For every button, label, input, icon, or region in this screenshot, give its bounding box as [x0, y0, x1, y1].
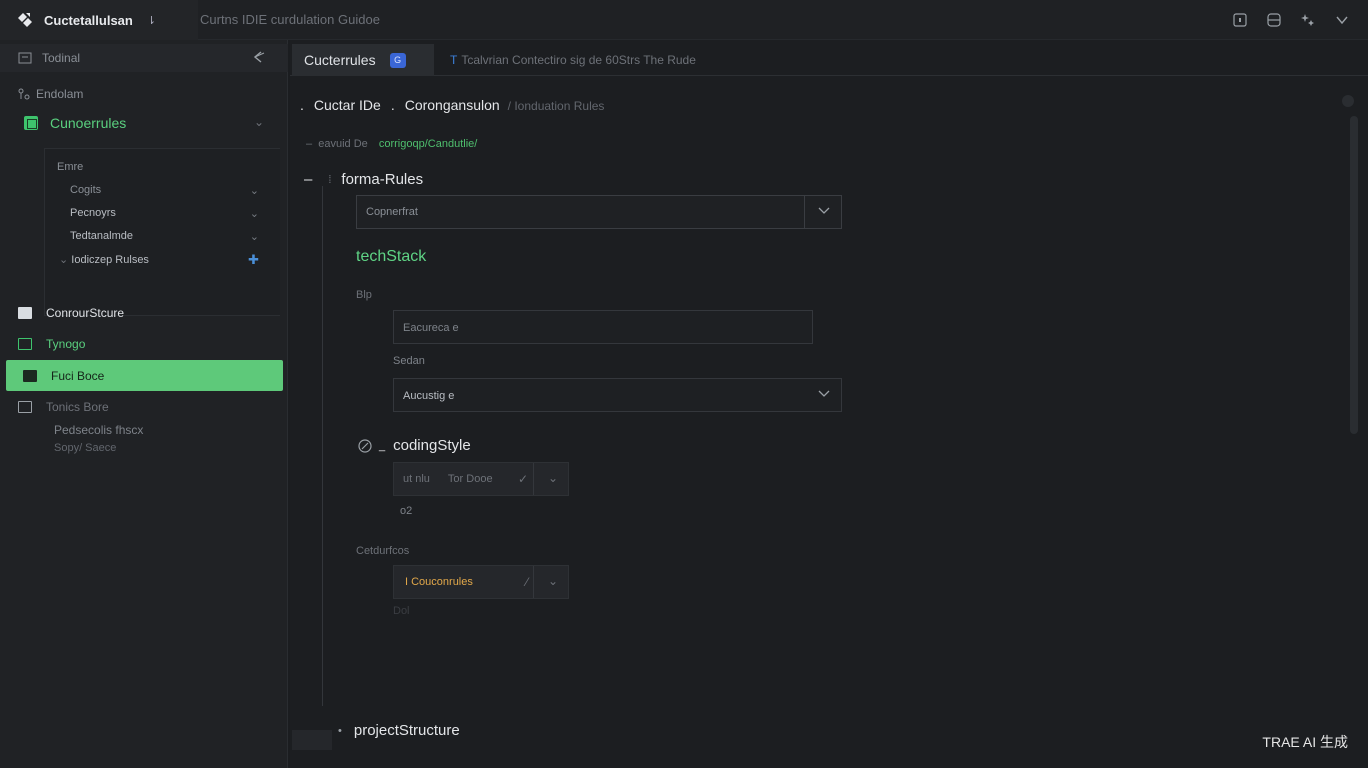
- sidebar-item-conrourstcure[interactable]: ConrourStcure: [18, 306, 124, 320]
- tree-guide-line: [322, 186, 323, 706]
- forma-select[interactable]: Copnerfrat: [356, 195, 842, 229]
- watermark-text: TRAE AI 生成: [1262, 734, 1348, 750]
- app-brand[interactable]: Cuctetallulsan ⇂: [0, 0, 198, 40]
- section-title-text: Endolam: [36, 87, 84, 101]
- chevron-down-icon[interactable]: ⌄: [254, 115, 264, 129]
- chevron-down-icon[interactable]: [1332, 10, 1352, 30]
- add-icon[interactable]: ✚: [248, 252, 259, 268]
- section-forma-rules[interactable]: – ⁞ forma-Rules: [304, 171, 423, 188]
- codingstyle-trailing: Dol: [393, 605, 410, 617]
- tab-bar: Cucterrules G T Tcalvrian Contectiro sig …: [290, 44, 1368, 76]
- breadcrumb: . Cuctar IDe . Corongansulon / Ionduatio…: [300, 97, 605, 113]
- doc-icon: [18, 338, 32, 350]
- chevron-down-icon[interactable]: ⌄: [548, 574, 558, 588]
- sidebar-header[interactable]: Todinal: [0, 44, 288, 72]
- sidebar-folder-cunoerrules[interactable]: Cunoerrules ⌄: [24, 113, 272, 133]
- check-icon[interactable]: ✓: [518, 472, 528, 486]
- list-item[interactable]: Pecnoyrs ⌄: [70, 207, 269, 223]
- title-bar: Cuctetallulsan ⇂ Curtns IDIE curdulation…: [0, 0, 1368, 40]
- sidebar-item-tonics-bore[interactable]: Tonics Bore: [18, 400, 109, 414]
- branch-icon: [18, 88, 30, 100]
- folder-children: Emre Cogits ⌄ Pecnoyrs ⌄ Tedtanalmde ⌄ ⌄…: [44, 148, 280, 316]
- tab-badge-icon: G: [389, 52, 406, 68]
- list-icon: [18, 401, 32, 413]
- app-logo-icon: [18, 13, 32, 27]
- tab-secondary[interactable]: T Tcalvrian Contectiro sig de 60Strs The …: [450, 53, 696, 67]
- chevron-down-icon[interactable]: [817, 386, 831, 403]
- scroll-indicator[interactable]: [1342, 95, 1354, 107]
- vertical-scrollbar[interactable]: [1350, 116, 1358, 434]
- chevron-down-icon[interactable]: ⌄: [548, 471, 558, 485]
- section-techstack-title[interactable]: techStack: [356, 248, 426, 266]
- sidebar-item-fuci-boce[interactable]: Fuci Boce: [6, 360, 283, 391]
- list-item[interactable]: Tedtanalmde ⌄: [70, 230, 269, 246]
- terminal-icon: [18, 52, 32, 64]
- layout-icon[interactable]: [1230, 10, 1250, 30]
- tab-cucterrules[interactable]: Cucterrules G: [292, 44, 434, 76]
- techstack-label-1: Blp: [356, 289, 372, 301]
- app-name: Cuctetallulsan: [44, 12, 133, 28]
- folder-icon: [24, 116, 38, 130]
- collapse-sidebar-icon[interactable]: [252, 50, 266, 67]
- codingstyle-label-2: Cetdurfcos: [356, 545, 410, 557]
- chevron-down-icon[interactable]: ⌄: [250, 207, 259, 220]
- section-fold-handle[interactable]: [292, 730, 332, 750]
- breadcrumb-part2[interactable]: Corongansulon: [405, 97, 500, 113]
- saved-path[interactable]: corrigoqp/Candutlie/: [379, 138, 477, 150]
- chevron-down-icon[interactable]: [817, 203, 831, 220]
- doc-icon: [23, 369, 37, 382]
- saved-path-line: – eavuid De corrigoqp/Candutlie/: [306, 138, 478, 150]
- file-icon: [18, 307, 32, 319]
- breadcrumb-muted: / Ionduation Rules: [507, 99, 605, 113]
- sparkle-icon[interactable]: [1298, 10, 1318, 30]
- sidebar-footer-line: Pedsecolis fhscx: [54, 423, 144, 437]
- chevron-down-icon[interactable]: ⌄: [250, 230, 259, 243]
- chevron-down-icon[interactable]: ⌄: [250, 184, 259, 197]
- editor-main: Cucterrules G T Tcalvrian Contectiro sig …: [290, 40, 1368, 768]
- sidebar-item-tynogo[interactable]: Tynogo: [18, 337, 85, 351]
- app-menu-caret-icon[interactable]: ⇂: [147, 14, 156, 27]
- section-codingstyle[interactable]: _ codingStyle: [357, 437, 471, 454]
- codingstyle-row-2[interactable]: I Couconrules ⁄ ⌄: [393, 565, 569, 599]
- panel-icon[interactable]: [1264, 10, 1284, 30]
- edit-icon[interactable]: ⁄: [526, 575, 528, 589]
- breadcrumb-part1[interactable]: Cuctar IDe: [314, 97, 381, 113]
- list-item[interactable]: Cogits ⌄: [70, 184, 269, 200]
- techstack-input[interactable]: Eacureca e: [393, 310, 813, 344]
- link-icon: [358, 438, 372, 453]
- window-title: Curtns IDIE curdulation Guidoe: [200, 12, 380, 27]
- sidebar: Todinal Endolam Cunoerrules ⌄ Emre Cogit…: [0, 40, 288, 768]
- codingstyle-row[interactable]: ut nlu Tor Dooe ✓ ⌄: [393, 462, 569, 496]
- techstack-select[interactable]: Aucustig e: [393, 378, 842, 412]
- list-item[interactable]: ⌄ Iodiczep Rulses ✚: [59, 252, 269, 269]
- sidebar-header-label: Todinal: [42, 51, 81, 65]
- codingstyle-label: o2: [400, 505, 413, 517]
- folder-label: Cunoerrules: [50, 115, 127, 131]
- window-controls: [1230, 10, 1352, 30]
- list-item[interactable]: Emre: [57, 161, 269, 177]
- sidebar-footer-line: Sopy/ Saece: [54, 442, 117, 454]
- techstack-label-2: Sedan: [393, 355, 425, 367]
- sidebar-section-title: Endolam: [18, 87, 83, 101]
